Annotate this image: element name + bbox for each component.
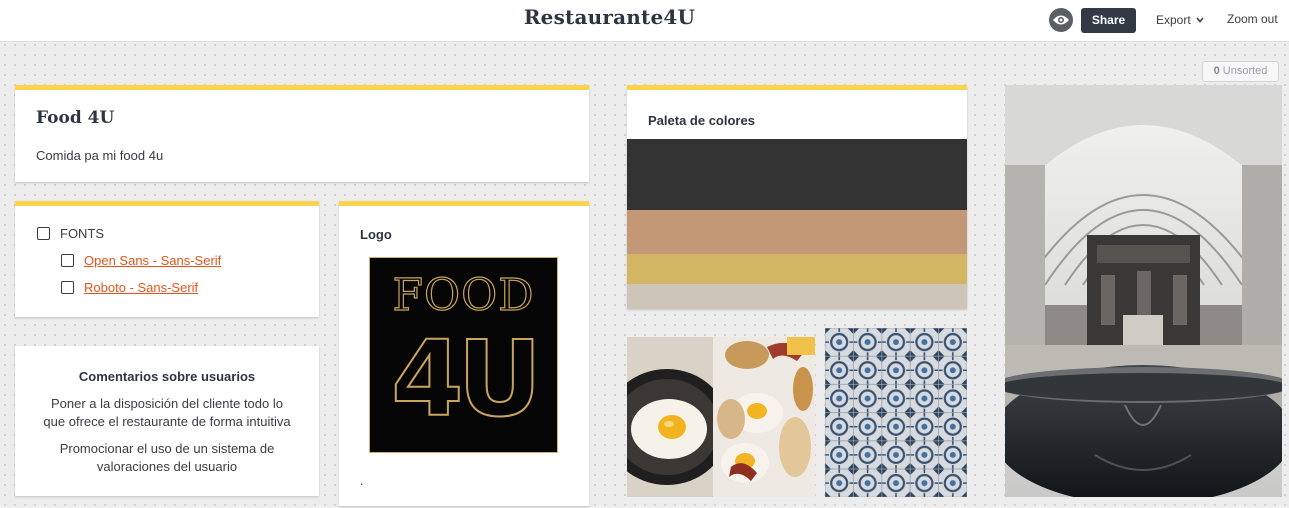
checkbox[interactable] [37, 227, 50, 240]
note-card[interactable]: Food 4U Comida pa mi food 4u [15, 85, 589, 182]
comments-paragraph: Poner a la disposición del cliente todo … [43, 396, 291, 429]
export-label: Export [1156, 13, 1191, 27]
zoom-out-button[interactable]: Zoom out [1227, 12, 1278, 26]
todo-link[interactable]: Open Sans - Sans-Serif [84, 253, 221, 268]
logo-card-title: Logo [360, 227, 392, 242]
share-button[interactable]: Share [1081, 8, 1136, 33]
todo-item-open-sans[interactable]: Open Sans - Sans-Serif [61, 253, 221, 268]
todo-item-fonts[interactable]: FONTS [37, 226, 104, 241]
note-body: Comida pa mi food 4u [36, 148, 164, 163]
unsorted-label: Unsorted [1222, 65, 1268, 77]
color-swatch [627, 139, 967, 210]
logo-text-food: FOOD [392, 269, 535, 321]
comments-paragraph: Promocionar el uso de un sistema de valo… [59, 441, 275, 474]
top-bar: Restaurante4U Share Export Zoom out [0, 0, 1289, 42]
comments-card[interactable]: Comentarios sobre usuarios Poner a la di… [15, 346, 319, 496]
note-title: Food 4U [36, 108, 115, 128]
palette-title: Paleta de colores [648, 113, 755, 128]
chevron-down-icon [1196, 12, 1204, 26]
palette-card[interactable]: Paleta de colores [627, 85, 967, 309]
comments-title: Comentarios sobre usuarios [78, 369, 256, 384]
food4u-logo-image[interactable]: FOOD 4U [369, 257, 558, 453]
breakfast-eggs-image[interactable] [627, 337, 815, 497]
azulejo-tiles-image[interactable] [825, 328, 967, 497]
unsorted-button[interactable]: 0 Unsorted [1202, 61, 1279, 82]
board-title: Restaurante4U [523, 5, 696, 29]
export-dropdown[interactable]: Export [1156, 12, 1204, 27]
todo-label: FONTS [60, 226, 105, 241]
color-swatch [627, 210, 967, 254]
checkbox[interactable] [61, 254, 74, 267]
preview-eye-icon[interactable] [1049, 8, 1073, 32]
logo-text-4u: 4U [390, 317, 543, 441]
checkbox[interactable] [61, 281, 74, 294]
todo-card[interactable]: FONTS Open Sans - Sans-Serif Roboto - Sa… [15, 201, 319, 317]
logo-caption: . [360, 474, 364, 488]
todo-item-roboto[interactable]: Roboto - Sans-Serif [61, 280, 198, 295]
color-swatch [627, 254, 967, 284]
todo-link[interactable]: Roboto - Sans-Serif [84, 280, 198, 295]
logo-card[interactable]: Logo FOOD 4U . [339, 201, 589, 506]
museum-hall-image[interactable] [1005, 85, 1282, 497]
color-swatch [627, 284, 967, 309]
unsorted-count: 0 [1213, 65, 1220, 77]
